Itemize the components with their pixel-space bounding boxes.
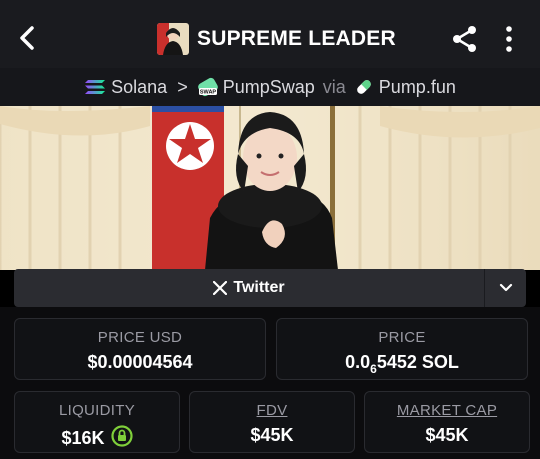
liquidity-value: $16K — [61, 428, 105, 448]
market-cap-card: MARKET CAP $45K — [364, 391, 530, 453]
token-banner-image — [0, 106, 540, 270]
via-label: via — [322, 76, 346, 97]
more-vertical-icon — [506, 26, 512, 52]
social-link-bar: Twitter — [14, 269, 526, 307]
price-prefix: 0.0 — [345, 352, 371, 372]
chevron-down-icon — [499, 283, 512, 292]
liquidity-card: LIQUIDITY $16K — [14, 391, 180, 453]
pumpswap-icon: SWAP — [197, 77, 218, 97]
price-native-label: PRICE — [378, 329, 426, 346]
launchpad-name: Pump.fun — [378, 76, 456, 97]
token-title-group: SUPREME LEADER — [157, 22, 396, 56]
twitter-label: Twitter — [233, 279, 285, 296]
token-avatar — [157, 23, 189, 55]
fdv-card: FDV $45K — [189, 391, 355, 453]
market-cap-value: $45K — [425, 425, 469, 445]
back-button[interactable] — [14, 24, 42, 52]
twitter-link-button[interactable]: Twitter — [14, 269, 484, 307]
pill-icon — [356, 80, 371, 94]
dex-link[interactable]: SWAP PumpSwap — [197, 76, 315, 98]
liquidity-value-row: $16K — [15, 425, 179, 452]
svg-text:SWAP: SWAP — [200, 90, 217, 96]
dex-name: PumpSwap — [222, 76, 315, 97]
launchpad-link[interactable]: Pump.fun — [354, 77, 456, 98]
chevron-left-icon — [20, 26, 34, 50]
more-options-button[interactable] — [498, 24, 520, 54]
liquidity-label: LIQUIDITY — [58, 402, 136, 419]
chain-link[interactable]: Solana — [84, 77, 167, 98]
top-bar: SUPREME LEADER — [0, 0, 540, 70]
share-icon — [453, 26, 476, 52]
share-button[interactable] — [450, 24, 480, 54]
price-native-value: 0.0 6 5452 SOL — [277, 352, 527, 376]
chain-breadcrumb: Solana > SWAP PumpSwap via Pump.fun — [0, 68, 540, 106]
chain-name: Solana — [111, 76, 168, 97]
more-links-toggle[interactable] — [484, 269, 526, 307]
fdv-label[interactable]: FDV — [190, 402, 354, 419]
breadcrumb-separator: > — [177, 76, 188, 97]
market-cap-label[interactable]: MARKET CAP — [365, 402, 529, 419]
solana-icon — [85, 80, 106, 94]
price-usd-label: PRICE USD — [97, 329, 183, 346]
fdv-value: $45K — [250, 425, 294, 445]
page-title: SUPREME LEADER — [197, 27, 396, 50]
liquidity-lock-badge[interactable] — [110, 425, 133, 452]
lock-icon — [110, 425, 133, 447]
price-usd-value: $0.00004564 — [87, 352, 193, 372]
x-logo-icon — [213, 281, 228, 295]
price-usd-card: PRICE USD $0.00004564 — [14, 318, 266, 380]
price-native-card: PRICE 0.0 6 5452 SOL — [276, 318, 528, 380]
price-unit: SOL — [421, 352, 459, 372]
price-zero-count: 6 — [370, 361, 377, 376]
price-digits: 5452 — [376, 352, 417, 372]
